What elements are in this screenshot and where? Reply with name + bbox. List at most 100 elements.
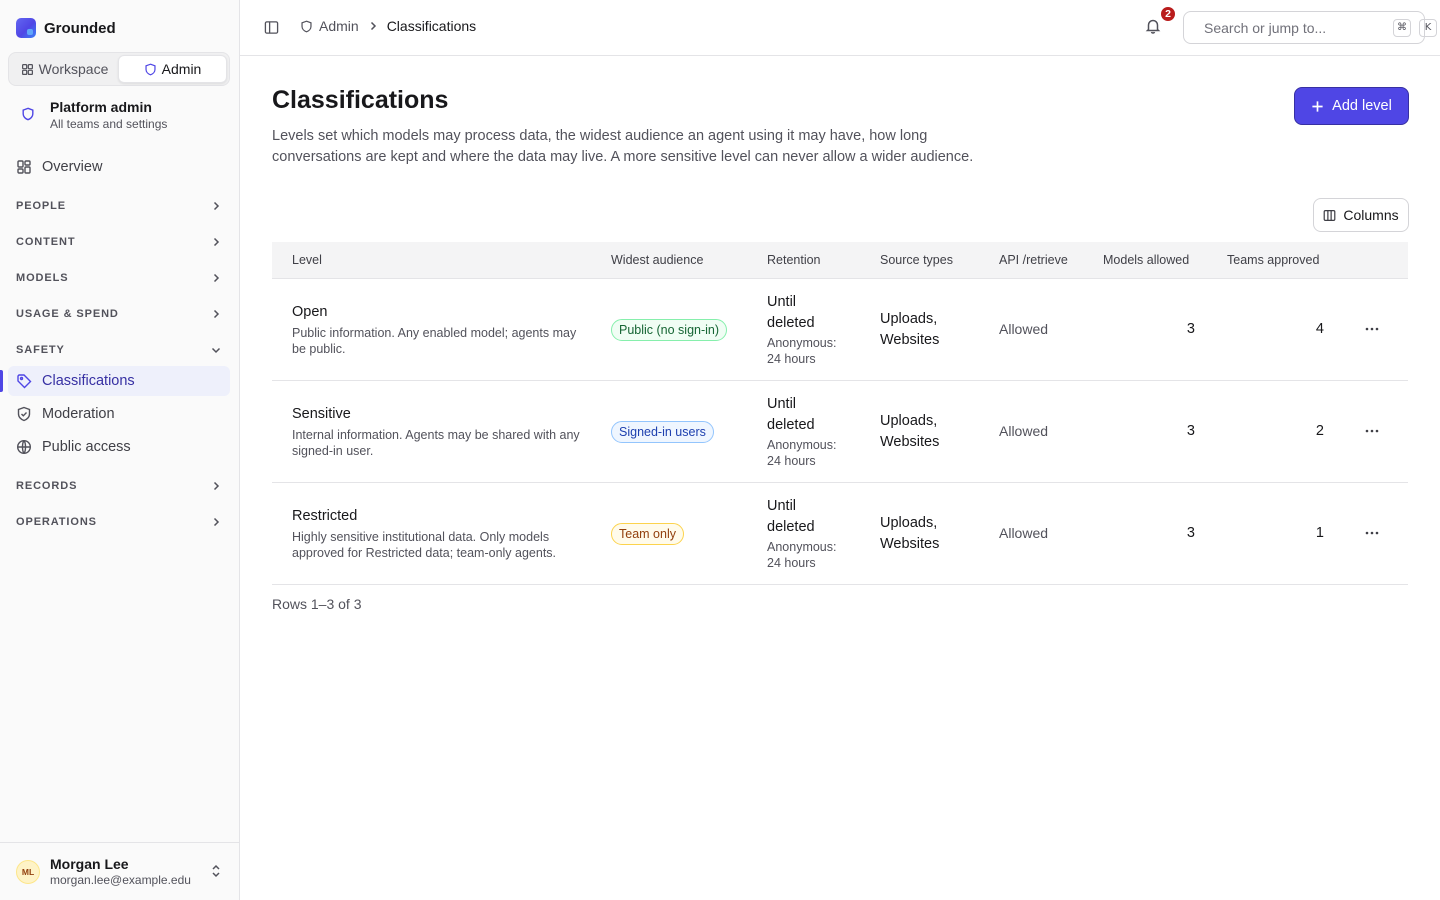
topbar: Admin Classifications 2 ⌘ K (240, 0, 1440, 56)
bell-icon (1145, 19, 1161, 34)
section-content[interactable]: CONTENT (8, 229, 230, 255)
audience-cell: Signed-in users (611, 421, 714, 443)
chevron-up-down-icon (212, 864, 220, 878)
section-label: PEOPLE (16, 200, 67, 212)
more-horizontal-icon (1365, 429, 1379, 433)
page-title: Classifications (272, 86, 449, 114)
chevron-right-icon (213, 309, 220, 319)
header-api-retrieve[interactable]: API /retrieve (999, 253, 1068, 267)
workspace-tab[interactable]: Workspace (11, 55, 118, 83)
row-actions-button[interactable] (1360, 317, 1384, 341)
level-description: Public information. Any enabled model; a… (292, 326, 577, 356)
level-description: Internal information. Agents may be shar… (292, 428, 580, 458)
shield-icon (301, 20, 312, 32)
source-types-cell: Uploads, Websites (880, 515, 940, 552)
audience-badge: Team only (611, 523, 684, 545)
sidebar-item-moderation[interactable]: Moderation (8, 399, 230, 429)
retention-value: Until deleted (767, 498, 815, 535)
rows-count: Rows 1–3 of 3 (272, 596, 362, 612)
sidebar-item-public-access[interactable]: Public access (8, 432, 230, 462)
sidebar-item-label: Overview (42, 159, 103, 175)
source-types-cell: Uploads, Websites (880, 413, 940, 450)
table-row[interactable]: Open Public information. Any enabled mod… (272, 279, 1408, 381)
section-label: OPERATIONS (16, 516, 97, 528)
sidebar-item-label: Classifications (42, 373, 135, 389)
section-label: USAGE & SPEND (16, 308, 119, 320)
header-models-allowed[interactable]: Models allowed (1103, 253, 1189, 267)
shortcut-k-key: K (1419, 18, 1437, 37)
workspace-admin-switcher: Workspace Admin (8, 52, 230, 86)
section-usage-spend[interactable]: USAGE & SPEND (8, 301, 230, 327)
tag-icon (17, 374, 32, 389)
retention-cell: Until deleted Anonymous: 24 hours (767, 496, 847, 571)
sidebar-item-classifications[interactable]: Classifications (0, 366, 230, 396)
shield-icon (145, 63, 156, 75)
teams-approved-cell: 1 (1315, 525, 1324, 541)
notifications-button[interactable] (1144, 17, 1162, 35)
header-teams-approved[interactable]: Teams approved (1227, 253, 1319, 267)
table-header: Level Widest audience Retention Source t… (272, 242, 1408, 279)
section-operations[interactable]: OPERATIONS (8, 509, 230, 535)
models-allowed-cell: 3 (1186, 423, 1195, 439)
level-cell: Sensitive Internal information. Agents m… (292, 405, 582, 459)
models-allowed-cell: 3 (1186, 525, 1195, 541)
section-people[interactable]: PEOPLE (8, 193, 230, 219)
brand[interactable]: Grounded (16, 18, 116, 38)
audience-cell: Team only (611, 523, 684, 545)
sidebar: Grounded Workspace Admin Platform admin … (0, 0, 240, 900)
section-models[interactable]: MODELS (8, 265, 230, 291)
breadcrumb: Admin Classifications (300, 18, 476, 34)
admin-tab[interactable]: Admin (118, 55, 227, 83)
search-box[interactable]: ⌘ K (1183, 11, 1437, 44)
level-description: Highly sensitive institutional data. Onl… (292, 530, 557, 560)
breadcrumb-admin-link[interactable]: Admin (300, 18, 359, 34)
level-cell: Open Public information. Any enabled mod… (292, 303, 582, 357)
api-retrieve-cell: Allowed (999, 525, 1049, 541)
header-widest-audience[interactable]: Widest audience (611, 253, 703, 267)
page-description: Levels set which models may process data… (272, 128, 974, 165)
section-label: SAFETY (16, 344, 65, 356)
breadcrumb-admin-label: Admin (319, 18, 359, 34)
audience-cell: Public (no sign-in) (611, 319, 728, 341)
models-allowed-cell: 3 (1186, 321, 1195, 337)
retention-value: Until deleted (767, 294, 815, 331)
sidebar-item-overview[interactable]: Overview (8, 152, 230, 182)
chevron-right-icon (213, 273, 220, 283)
dashboard-icon (17, 160, 31, 174)
audience-badge: Public (no sign-in) (611, 319, 728, 341)
level-name: Restricted (292, 508, 358, 524)
table-row[interactable]: Sensitive Internal information. Agents m… (272, 381, 1408, 483)
retention-anonymous: Anonymous: 24 hours (767, 540, 837, 570)
section-records[interactable]: RECORDS (8, 473, 230, 499)
admin-tab-label: Admin (161, 61, 202, 77)
add-level-button[interactable]: Add level (1294, 87, 1409, 125)
row-actions-button[interactable] (1360, 419, 1384, 443)
sidebar-toggle-button[interactable] (264, 20, 279, 35)
notification-count-badge: 2 (1159, 5, 1177, 23)
source-types-cell: Uploads, Websites (880, 311, 940, 348)
header-level[interactable]: Level (292, 253, 322, 267)
section-label: CONTENT (16, 236, 76, 248)
user-menu[interactable]: ML Morgan Lee morgan.lee@example.edu (0, 842, 240, 900)
section-safety[interactable]: SAFETY (8, 337, 230, 363)
search-input[interactable] (1204, 19, 1385, 36)
row-actions-button[interactable] (1360, 521, 1384, 545)
table-row[interactable]: Restricted Highly sensitive institutiona… (272, 483, 1408, 585)
columns-icon (1323, 209, 1336, 221)
sidebar-panel-icon (264, 21, 279, 34)
columns-button[interactable]: Columns (1313, 198, 1409, 232)
header-source-types[interactable]: Source types (880, 253, 953, 267)
globe-icon (16, 439, 32, 455)
shortcut-cmd-key: ⌘ (1393, 18, 1411, 37)
section-label: MODELS (16, 272, 69, 284)
retention-value: Until deleted (767, 396, 815, 433)
columns-label: Columns (1343, 207, 1399, 223)
header-retention[interactable]: Retention (767, 253, 821, 267)
teams-approved-cell: 2 (1315, 423, 1324, 439)
teams-approved-cell: 4 (1315, 321, 1324, 337)
shield-icon (16, 102, 40, 126)
add-level-label: Add level (1332, 98, 1392, 114)
retention-anonymous: Anonymous: 24 hours (767, 336, 837, 366)
context-title: Platform admin (50, 99, 152, 115)
audience-badge: Signed-in users (611, 421, 714, 443)
